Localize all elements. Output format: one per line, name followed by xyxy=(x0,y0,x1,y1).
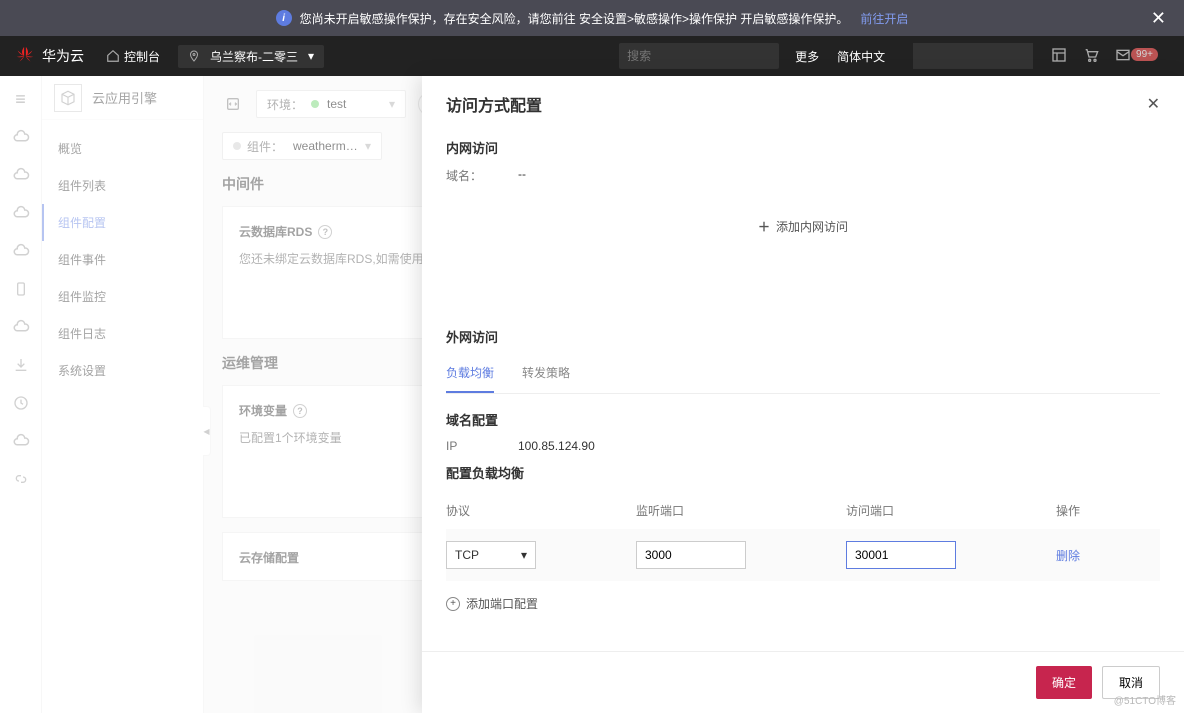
domain-value: -- xyxy=(518,167,526,184)
plus-icon: ＋ xyxy=(758,220,770,234)
notice-banner: i 您尚未开启敏感操作保护，存在安全风险，请您前往 安全设置>敏感操作>操作保护… xyxy=(0,0,1184,36)
banner-link[interactable]: 前往开启 xyxy=(860,10,908,27)
nav-component-log[interactable]: 组件日志 xyxy=(42,315,203,352)
help-icon[interactable]: ? xyxy=(318,225,332,239)
layout-icon[interactable] xyxy=(1051,47,1067,66)
extranet-section-title: 外网访问 xyxy=(446,327,1160,346)
nav-overview[interactable]: 概览 xyxy=(42,130,203,167)
console-link[interactable]: 控制台 xyxy=(106,48,160,65)
help-icon[interactable]: ? xyxy=(293,404,307,418)
rds-title: 云数据库RDS xyxy=(239,223,312,240)
search-input[interactable] xyxy=(627,49,782,63)
extranet-tabs: 负载均衡 转发策略 xyxy=(446,356,1160,394)
left-rail: ≡ xyxy=(0,76,42,713)
port-table-row: TCP ▾ 删除 xyxy=(446,529,1160,581)
storage-title: 云存储配置 xyxy=(239,549,299,566)
home-icon xyxy=(106,49,120,63)
info-icon: i xyxy=(276,10,292,26)
env-label: 环境： xyxy=(267,96,303,113)
tab-load-balance[interactable]: 负载均衡 xyxy=(446,356,494,393)
rail-link-icon[interactable] xyxy=(12,470,30,488)
side-nav-header: 云应用引擎 xyxy=(42,76,203,120)
nav-system-settings[interactable]: 系统设置 xyxy=(42,352,203,389)
domain-cfg-title: 域名配置 xyxy=(446,410,1160,429)
lb-cfg-title: 配置负载均衡 xyxy=(446,463,1160,482)
drawer-close-icon[interactable]: ✕ xyxy=(1147,94,1160,114)
port-table-header: 协议 监听端口 访问端口 操作 xyxy=(446,492,1160,529)
rail-device-icon[interactable] xyxy=(12,280,30,298)
rail-cloud-6-icon[interactable] xyxy=(12,432,30,450)
console-label: 控制台 xyxy=(124,48,160,65)
watermark: @51CTO博客 xyxy=(1114,692,1176,707)
cart-icon[interactable] xyxy=(1083,47,1099,66)
envvar-title: 环境变量 xyxy=(239,402,287,419)
mail-badge: 99+ xyxy=(1131,48,1158,61)
banner-text: 您尚未开启敏感操作保护，存在安全风险，请您前往 安全设置>敏感操作>操作保护 开… xyxy=(300,10,849,27)
add-port-label: 添加端口配置 xyxy=(466,595,538,612)
col-protocol: 协议 xyxy=(446,502,636,519)
banner-close-icon[interactable]: ✕ xyxy=(1151,8,1166,29)
add-intranet-label: 添加内网访问 xyxy=(776,220,848,234)
brand-text: 华为云 xyxy=(42,46,84,66)
comp-label: 组件： xyxy=(247,138,283,155)
region-selector[interactable]: 乌兰察布-二零三 ▾ xyxy=(178,45,324,68)
col-action: 操作 xyxy=(1056,502,1146,519)
env-selector[interactable]: 环境： test ▾ xyxy=(256,90,406,118)
protocol-select[interactable]: TCP ▾ xyxy=(446,541,536,569)
tab-forward-policy[interactable]: 转发策略 xyxy=(522,356,570,393)
comp-value: weathermapweb / v xyxy=(293,139,359,153)
env-switch-icon[interactable] xyxy=(222,93,244,115)
ip-label: IP xyxy=(446,439,486,453)
brand-logo[interactable]: 华为云 xyxy=(14,45,84,67)
rail-cloud-1-icon[interactable] xyxy=(12,128,30,146)
rail-clock-icon[interactable] xyxy=(12,394,30,412)
rail-cloud-3-icon[interactable] xyxy=(12,204,30,222)
nav-component-monitor[interactable]: 组件监控 xyxy=(42,278,203,315)
region-label: 乌兰察布-二零三 xyxy=(210,48,298,65)
col-access: 访问端口 xyxy=(846,502,1056,519)
user-area[interactable] xyxy=(913,43,1033,69)
col-listen: 监听端口 xyxy=(636,502,846,519)
protocol-value: TCP xyxy=(455,548,479,562)
menu-icon[interactable]: ≡ xyxy=(12,90,30,108)
module-icon xyxy=(54,84,82,112)
status-dot-icon xyxy=(311,100,319,108)
side-nav-title: 云应用引擎 xyxy=(92,88,157,107)
ip-value: 100.85.124.90 xyxy=(518,439,595,453)
rail-download-icon[interactable] xyxy=(12,356,30,374)
circle-plus-icon: + xyxy=(446,597,460,611)
access-port-input[interactable] xyxy=(846,541,956,569)
nav-component-config[interactable]: 组件配置 xyxy=(42,204,203,241)
env-name: test xyxy=(327,97,381,111)
nav-component-list[interactable]: 组件列表 xyxy=(42,167,203,204)
comp-status-icon xyxy=(233,142,241,150)
caret-down-icon: ▾ xyxy=(365,139,371,153)
confirm-button[interactable]: 确定 xyxy=(1036,666,1092,699)
rail-cloud-4-icon[interactable] xyxy=(12,242,30,260)
global-search[interactable] xyxy=(619,43,779,69)
caret-down-icon: ▾ xyxy=(389,97,395,111)
drawer-title: 访问方式配置 xyxy=(446,92,542,116)
pin-icon xyxy=(188,50,200,62)
drawer-footer: 确定 取消 xyxy=(422,651,1184,713)
more-link[interactable]: 更多 xyxy=(795,48,819,65)
listen-port-input[interactable] xyxy=(636,541,746,569)
side-nav: 云应用引擎 概览 组件列表 组件配置 组件事件 组件监控 组件日志 系统设置 ◀ xyxy=(42,76,204,713)
top-header: 华为云 控制台 乌兰察布-二零三 ▾ 更多 简体中文 99+ xyxy=(0,36,1184,76)
rail-cloud-5-icon[interactable] xyxy=(12,318,30,336)
add-intranet-button[interactable]: ＋ 添加内网访问 xyxy=(446,194,1160,259)
delete-row-link[interactable]: 删除 xyxy=(1056,549,1080,563)
mail-icon[interactable]: 99+ xyxy=(1115,47,1162,66)
lang-switch[interactable]: 简体中文 xyxy=(837,48,885,65)
caret-down-icon: ▾ xyxy=(308,49,314,63)
component-selector[interactable]: 组件： weathermapweb / v ▾ xyxy=(222,132,382,160)
add-port-button[interactable]: + 添加端口配置 xyxy=(446,595,1160,612)
caret-down-icon: ▾ xyxy=(521,548,527,562)
huawei-logo-icon xyxy=(14,45,36,67)
domain-label: 域名： xyxy=(446,167,486,184)
nav-component-event[interactable]: 组件事件 xyxy=(42,241,203,278)
rail-cloud-2-icon[interactable] xyxy=(12,166,30,184)
intranet-section-title: 内网访问 xyxy=(446,138,1160,157)
access-config-drawer: 访问方式配置 ✕ 内网访问 域名： -- ＋ 添加内网访问 外网访问 负载均衡 转… xyxy=(422,76,1184,713)
